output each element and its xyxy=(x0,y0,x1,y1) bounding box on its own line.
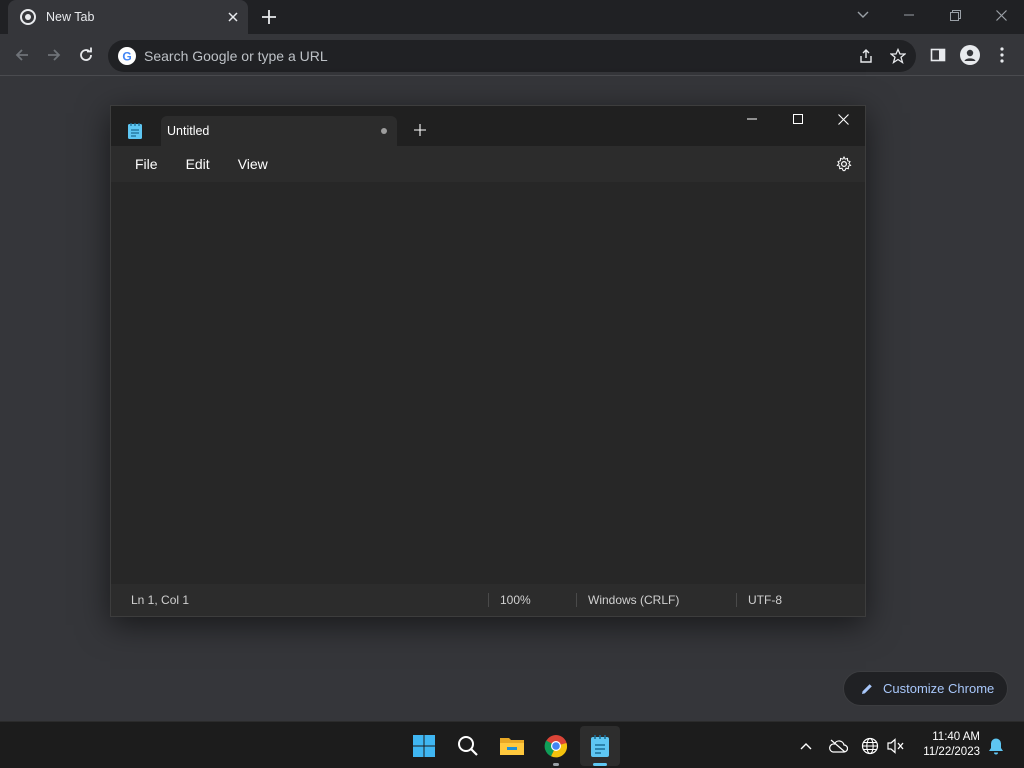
menu-file[interactable]: File xyxy=(125,152,168,176)
notepad-window: Untitled File Edit View Ln 1, Col 1 100%… xyxy=(110,105,866,617)
browser-tab-new-tab[interactable]: New Tab xyxy=(8,0,248,34)
restore-icon[interactable] xyxy=(932,0,978,30)
reload-icon[interactable] xyxy=(72,41,100,69)
omnibox[interactable]: G xyxy=(108,40,916,72)
notepad-menu-bar: File Edit View xyxy=(111,146,865,182)
notepad-maximize-icon[interactable] xyxy=(793,114,803,124)
chrome-menu-icon[interactable] xyxy=(988,41,1016,69)
new-tab-icon[interactable] xyxy=(260,8,278,26)
clock-date: 11/22/2023 xyxy=(923,746,980,758)
status-separator xyxy=(488,593,489,607)
unsaved-dot-icon[interactable] xyxy=(381,128,387,134)
status-separator xyxy=(736,593,737,607)
notepad-new-tab-icon[interactable] xyxy=(414,124,426,136)
clock-time: 11:40 AM xyxy=(932,731,980,743)
search-icon[interactable] xyxy=(448,726,488,766)
file-explorer-icon[interactable] xyxy=(492,726,532,766)
back-icon[interactable] xyxy=(8,41,36,69)
show-hidden-icons-chevron-icon[interactable] xyxy=(796,736,816,756)
tab-search-icon[interactable] xyxy=(840,0,886,30)
network-globe-icon[interactable] xyxy=(860,736,880,756)
notepad-editor[interactable] xyxy=(111,182,865,584)
share-icon[interactable] xyxy=(852,42,880,70)
search-input[interactable] xyxy=(144,48,744,64)
pencil-icon xyxy=(860,682,874,696)
status-zoom: 100% xyxy=(500,593,531,607)
start-windows-icon[interactable] xyxy=(404,726,444,766)
chrome-taskbar-icon[interactable] xyxy=(536,726,576,766)
notepad-status-bar: Ln 1, Col 1 100% Windows (CRLF) UTF-8 xyxy=(111,584,865,616)
notepad-close-icon[interactable] xyxy=(838,114,849,125)
google-logo-icon: G xyxy=(118,47,136,65)
notepad-document-tab[interactable]: Untitled xyxy=(161,116,397,146)
minimize-icon[interactable] xyxy=(886,0,932,30)
status-line-ending: Windows (CRLF) xyxy=(588,593,680,607)
forward-icon[interactable] xyxy=(40,41,68,69)
status-separator xyxy=(576,593,577,607)
menu-view[interactable]: View xyxy=(228,152,278,176)
side-panel-icon[interactable] xyxy=(924,41,952,69)
profile-avatar-icon[interactable] xyxy=(956,41,984,69)
chrome-favicon-icon xyxy=(20,9,36,25)
browser-tab-title: New Tab xyxy=(46,10,95,24)
editor-textarea[interactable] xyxy=(126,198,850,568)
system-clock[interactable]: 11:40 AM 11/22/2023 xyxy=(923,730,980,760)
svg-text:G: G xyxy=(122,50,131,64)
running-indicator xyxy=(553,763,559,766)
close-window-icon[interactable] xyxy=(978,0,1024,30)
customize-chrome-button[interactable]: Customize Chrome xyxy=(843,671,1008,706)
notepad-app-icon xyxy=(127,122,143,140)
customize-chrome-label: Customize Chrome xyxy=(883,681,995,696)
notification-bell-icon[interactable] xyxy=(986,736,1006,756)
status-encoding: UTF-8 xyxy=(748,593,782,607)
menu-edit[interactable]: Edit xyxy=(176,152,220,176)
settings-gear-icon[interactable] xyxy=(836,156,852,172)
status-cursor-position: Ln 1, Col 1 xyxy=(131,593,190,607)
volume-muted-icon[interactable] xyxy=(886,736,906,756)
onedrive-offline-icon[interactable] xyxy=(828,736,848,756)
close-tab-icon[interactable] xyxy=(228,12,238,22)
notepad-taskbar-icon[interactable] xyxy=(580,726,620,766)
notepad-minimize-icon[interactable] xyxy=(747,118,757,120)
active-indicator xyxy=(593,763,607,766)
taskbar: 11:40 AM 11/22/2023 xyxy=(0,721,1024,768)
bookmark-star-icon[interactable] xyxy=(884,42,912,70)
notepad-tab-title: Untitled xyxy=(167,124,210,138)
